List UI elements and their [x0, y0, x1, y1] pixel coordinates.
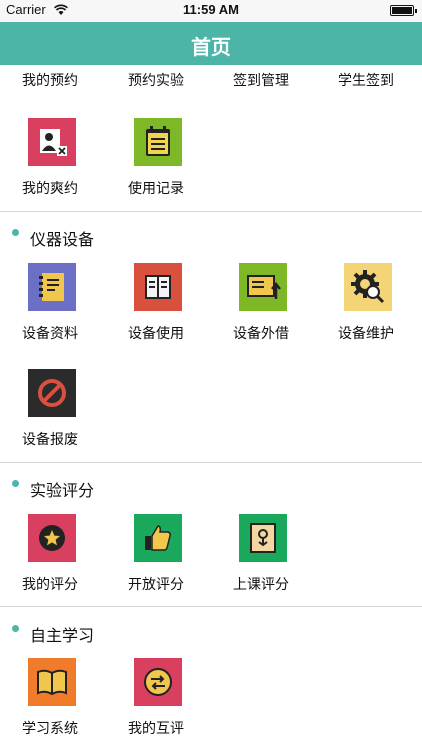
- my-score-label: 我的评分: [22, 577, 78, 593]
- open-score-label: 开放评分: [128, 577, 184, 593]
- section-divider: [0, 211, 422, 212]
- peer-review-label: 我的互评: [128, 721, 184, 737]
- equipment-scrap-label: 设备报废: [22, 432, 78, 448]
- status-bar: Carrier 11:59 AM: [0, 0, 422, 22]
- equipment-maintenance-tile[interactable]: 设备维护: [338, 263, 422, 349]
- learning-system-tile[interactable]: 学习系统: [22, 658, 112, 744]
- checkin-management-button[interactable]: 签到管理: [233, 70, 289, 90]
- study-section-title: 自主学习: [30, 626, 95, 645]
- prohibited-icon: [28, 369, 76, 417]
- peer-review-tile[interactable]: 我的互评: [128, 658, 218, 744]
- open-book-icon: [134, 263, 182, 311]
- class-score-label: 上课评分: [233, 577, 289, 593]
- learning-system-label: 学习系统: [22, 721, 78, 737]
- equipment-lending-label: 设备外借: [233, 326, 289, 342]
- missed-reservation-tile[interactable]: 我的爽约: [22, 118, 112, 204]
- class-score-tile[interactable]: 上课评分: [233, 514, 323, 600]
- my-reservation-button[interactable]: 我的预约: [22, 70, 78, 90]
- equipment-usage-tile[interactable]: 设备使用: [128, 263, 218, 349]
- calendar-icon: [134, 118, 182, 166]
- star-icon: [28, 514, 76, 562]
- equipment-section-title: 仪器设备: [30, 230, 95, 249]
- document-icon: [28, 263, 76, 311]
- section-dot: [12, 480, 19, 487]
- student-checkin-button[interactable]: 学生签到: [338, 70, 394, 90]
- evaluation-section-title: 实验评分: [30, 481, 95, 500]
- missed-reservation-icon: [28, 118, 76, 166]
- gear-search-icon: [344, 263, 392, 311]
- thumbs-up-icon: [134, 514, 182, 562]
- open-score-tile[interactable]: 开放评分: [128, 514, 218, 600]
- exchange-icon: [134, 658, 182, 706]
- export-icon: [239, 263, 287, 311]
- usage-record-tile[interactable]: 使用记录: [128, 118, 218, 204]
- my-score-tile[interactable]: 我的评分: [22, 514, 112, 600]
- usage-record-label: 使用记录: [128, 181, 184, 197]
- section-divider: [0, 462, 422, 463]
- equipment-info-label: 设备资料: [22, 326, 78, 342]
- page-title: 首页: [191, 35, 231, 59]
- book-icon: [28, 658, 76, 706]
- equipment-info-tile[interactable]: 设备资料: [22, 263, 112, 349]
- reserve-experiment-button[interactable]: 预约实验: [128, 70, 184, 90]
- equipment-lending-tile[interactable]: 设备外借: [233, 263, 323, 349]
- section-dot: [12, 229, 19, 236]
- equipment-usage-label: 设备使用: [128, 326, 184, 342]
- equipment-scrap-tile[interactable]: 设备报废: [22, 369, 112, 455]
- certificate-icon: [239, 514, 287, 562]
- section-divider: [0, 606, 422, 607]
- battery-icon: [390, 5, 417, 16]
- equipment-maintenance-label: 设备维护: [338, 326, 394, 342]
- clock: 11:59 AM: [183, 2, 239, 17]
- section-dot: [12, 625, 19, 632]
- missed-reservation-label: 我的爽约: [22, 181, 78, 197]
- nav-bar: 首页: [0, 22, 422, 65]
